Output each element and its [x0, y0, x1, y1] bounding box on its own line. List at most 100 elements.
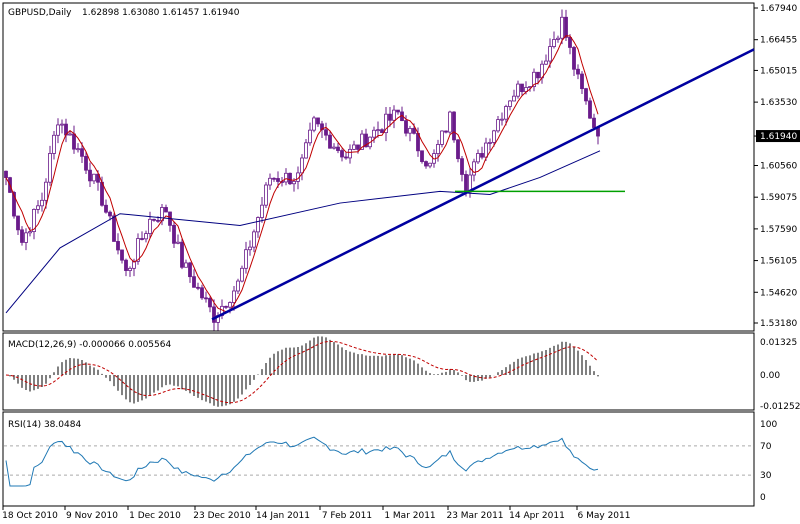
rsi-tick-label: 100: [760, 420, 777, 430]
candle-body: [460, 158, 464, 175]
x-tick-label: 7 Feb 2011: [322, 511, 372, 521]
candle-body: [504, 106, 508, 120]
macd-title: MACD(12,26,9) -0.000066 0.005564: [8, 340, 171, 350]
candle-body: [76, 148, 80, 151]
candle-body: [188, 262, 192, 278]
candle-body: [344, 156, 348, 159]
candle-body: [508, 100, 512, 107]
candle-body: [108, 211, 112, 217]
candle-body: [324, 129, 328, 136]
candle-body: [236, 280, 240, 292]
candle-body: [16, 215, 20, 231]
candle-body: [480, 153, 484, 158]
candle-body: [392, 109, 396, 121]
candle-body: [156, 219, 160, 222]
candle-body: [172, 224, 176, 244]
ohlc-readout: 1.62898 1.63080 1.61457 1.61940: [82, 8, 240, 18]
candle-body: [472, 161, 476, 176]
candle-body: [496, 119, 500, 132]
candle-body: [552, 39, 556, 47]
candle-body: [248, 246, 252, 251]
y-tick-label: 1.66455: [760, 36, 797, 46]
candle-body: [592, 117, 596, 128]
candle-body: [420, 150, 424, 162]
candle-body: [52, 134, 56, 154]
candle-body: [88, 169, 92, 182]
candle-body: [380, 129, 384, 134]
candle-body: [464, 174, 468, 193]
candle-body: [300, 157, 304, 174]
candle-body: [268, 177, 272, 186]
candle-body: [68, 133, 72, 136]
candle-body: [588, 100, 592, 119]
candle-body: [500, 118, 504, 121]
x-tick-label: 1 Mar 2011: [384, 511, 435, 521]
candle-body: [232, 290, 236, 303]
x-tick-label: 23 Dec 2010: [193, 511, 251, 521]
candle-body: [492, 130, 496, 143]
x-tick-label: 18 Oct 2010: [2, 511, 58, 521]
candle-body: [60, 123, 64, 126]
y-tick-label: 1.53180: [760, 319, 797, 329]
candle-body: [576, 68, 580, 75]
candle-body: [208, 298, 212, 308]
candle-body: [80, 148, 84, 157]
chart-canvas[interactable]: 1.67940 1.66455 1.65015 1.63530 1.61940 1.605…: [0, 0, 800, 524]
rsi-tick-label: 70: [760, 442, 772, 452]
candle-body: [372, 129, 376, 138]
candle-body: [312, 117, 316, 131]
main-panel-frame: [2, 2, 755, 332]
candle-body: [476, 153, 480, 163]
candle-body: [308, 129, 312, 144]
candle-body: [444, 130, 448, 133]
candle-body: [192, 276, 196, 288]
y-tick-label: 1.59075: [760, 193, 797, 203]
candle-body: [348, 148, 352, 159]
candle-body: [120, 249, 124, 261]
candle-body: [548, 46, 552, 62]
candle-body: [228, 302, 232, 308]
candle-body: [488, 142, 492, 144]
candle-body: [148, 218, 152, 234]
candle-body: [244, 249, 248, 269]
candle-body: [536, 71, 540, 79]
candle-body: [56, 124, 60, 136]
macd-tick-label: 0.00: [760, 371, 780, 381]
candle-body: [36, 205, 40, 210]
candle-body: [284, 172, 288, 183]
symbol-title: GBPUSD,Daily: [8, 8, 72, 18]
candle-body: [84, 155, 88, 171]
candle-body: [352, 144, 356, 150]
candle-body: [560, 16, 564, 39]
candle-body: [252, 231, 256, 248]
candle-body: [48, 153, 52, 183]
candle-body: [316, 117, 320, 125]
rsi-tick-label: 30: [760, 471, 772, 481]
candle-body: [512, 95, 516, 102]
candle-body: [24, 232, 28, 243]
candle-body: [44, 181, 48, 201]
candle-body: [164, 207, 168, 213]
candle-body: [72, 133, 76, 150]
candle-body: [144, 233, 148, 240]
candle-body: [436, 144, 440, 154]
candle-body: [92, 173, 96, 182]
candle-body: [452, 111, 456, 141]
candle-body: [516, 83, 520, 97]
y-tick-label: 1.54620: [760, 288, 797, 298]
rsi-tick-label: 0: [760, 493, 766, 503]
candle-body: [20, 229, 24, 243]
candle-body: [356, 144, 360, 150]
candle-body: [264, 184, 268, 206]
candle-body: [396, 109, 400, 113]
macd-tick-label: 0.01325: [760, 338, 797, 348]
y-tick-label: 1.65015: [760, 66, 797, 76]
x-tick-label: 23 Mar 2011: [446, 511, 503, 521]
candle-body: [332, 146, 336, 149]
candle-body: [204, 297, 208, 300]
x-tick-label: 1 Dec 2010: [129, 511, 181, 521]
candle-body: [340, 150, 344, 158]
candle-body: [152, 218, 156, 221]
candle-body: [28, 231, 32, 234]
current-price-label: 1.61940: [760, 132, 797, 142]
